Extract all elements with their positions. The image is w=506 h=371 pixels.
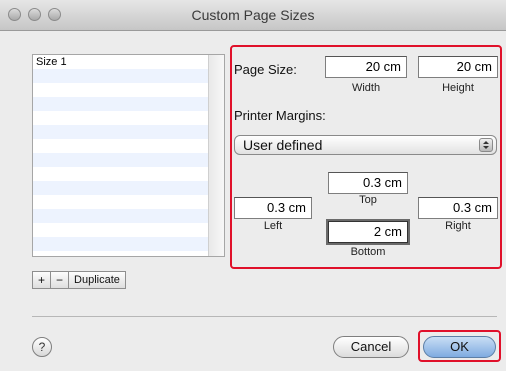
margins-preset-popup[interactable]: User defined: [234, 135, 497, 155]
printer-margins-label: Printer Margins:: [234, 108, 326, 123]
height-field[interactable]: 20 cm: [418, 56, 498, 78]
top-caption: Top: [359, 194, 377, 206]
list-item-empty: [33, 69, 209, 83]
footer-separator: [32, 316, 497, 317]
bottom-caption: Bottom: [350, 246, 386, 258]
list-item-empty: [33, 153, 209, 167]
right-caption: Right: [445, 220, 471, 232]
right-margin-field[interactable]: 0.3 cm: [418, 197, 498, 219]
height-caption: Height: [442, 82, 474, 94]
list-edit-buttons: + − Duplicate: [32, 271, 126, 289]
left-caption: Left: [263, 220, 283, 232]
width-caption: Width: [351, 82, 381, 94]
up-down-arrows-icon: [479, 138, 493, 152]
list-item[interactable]: Size 1: [33, 55, 209, 69]
list-item-empty: [33, 181, 209, 195]
list-item-empty: [33, 209, 209, 223]
duplicate-button[interactable]: Duplicate: [69, 272, 125, 288]
list-item-empty: [33, 111, 209, 125]
list-item-empty: [33, 167, 209, 181]
left-margin-field[interactable]: 0.3 cm: [234, 197, 312, 219]
list-scrollbar[interactable]: [208, 55, 224, 256]
list-item-empty: [33, 139, 209, 153]
title-bar: Custom Page Sizes: [0, 0, 506, 31]
list-item-empty: [33, 195, 209, 209]
bottom-margin-field[interactable]: 2 cm: [328, 221, 408, 243]
list-item-empty: [33, 125, 209, 139]
window-title: Custom Page Sizes: [191, 7, 315, 23]
top-margin-field[interactable]: 0.3 cm: [328, 172, 408, 194]
custom-page-sizes-dialog: Custom Page Sizes Size 1 + − Duplicate P: [0, 0, 506, 371]
margins-preset-value: User defined: [243, 137, 323, 153]
list-item-empty: [33, 83, 209, 97]
add-size-button[interactable]: +: [33, 272, 52, 288]
ok-button[interactable]: OK: [423, 336, 496, 358]
cancel-button[interactable]: Cancel: [333, 336, 409, 358]
page-size-label: Page Size:: [234, 62, 297, 77]
list-item-empty: [33, 223, 209, 237]
list-item-empty: [33, 237, 209, 251]
sizes-list[interactable]: Size 1: [32, 54, 225, 257]
remove-size-button[interactable]: −: [51, 272, 70, 288]
help-button[interactable]: ?: [32, 337, 52, 357]
sizes-list-rows: Size 1: [33, 55, 209, 256]
list-item-empty: [33, 97, 209, 111]
width-field[interactable]: 20 cm: [325, 56, 407, 78]
